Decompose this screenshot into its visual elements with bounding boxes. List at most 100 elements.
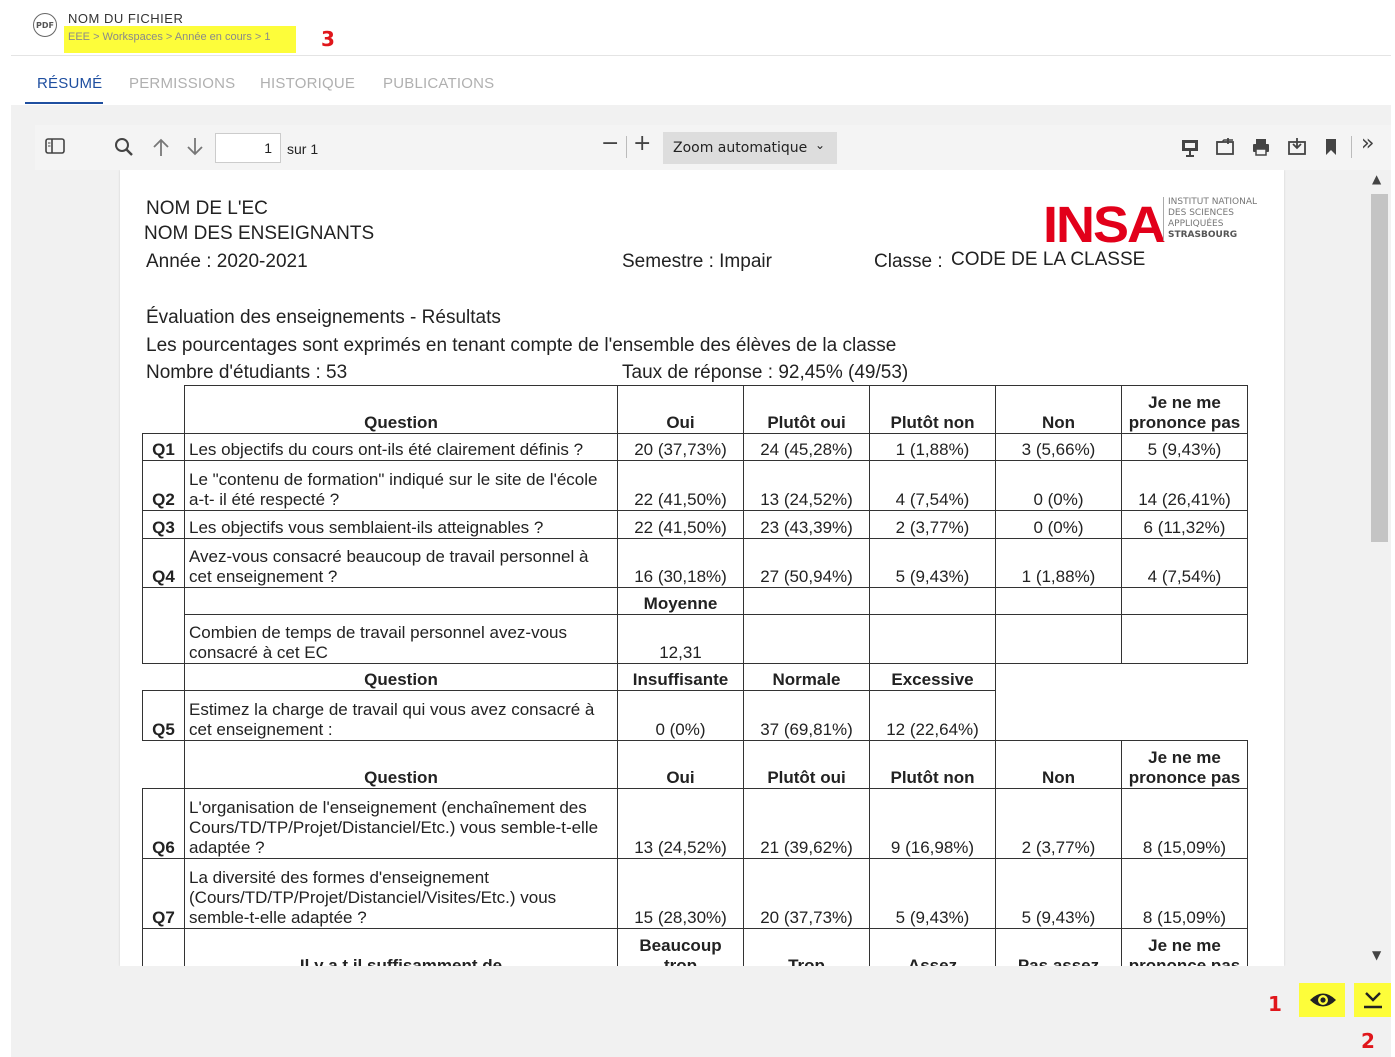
logo-sub-line: INSTITUT NATIONAL	[1168, 197, 1258, 207]
empty-cell	[995, 587, 1122, 615]
question-id: Q7	[142, 858, 185, 929]
cell-value: 24 (45,28%)	[743, 433, 870, 461]
column-header: Non	[995, 385, 1122, 434]
cell-value: 37 (69,81%)	[743, 690, 870, 741]
empty-cell	[142, 587, 185, 664]
logo-sub-line: DES SCIENCES	[1168, 208, 1234, 218]
cell-value: 0 (0%)	[995, 460, 1122, 511]
year-label: Année : 2020-2021	[146, 251, 308, 272]
cell-value: 22 (41,50%)	[617, 510, 744, 539]
question-text: La diversité des formes d'enseignement (…	[184, 858, 618, 929]
download-button[interactable]	[1354, 983, 1391, 1017]
eye-icon	[1310, 993, 1336, 1007]
cell-value: 23 (43,39%)	[743, 510, 870, 539]
file-name: NOM DU FICHIER	[68, 11, 184, 26]
document-area[interactable]: NOM DE L'EC NOM DES ENSEIGNANTS Année : …	[35, 170, 1369, 966]
pdf-page: NOM DE L'EC NOM DES ENSEIGNANTS Année : …	[120, 170, 1284, 966]
report-subtitle: Les pourcentages sont exprimés en tenant…	[146, 335, 897, 356]
download-icon[interactable]	[1287, 137, 1307, 162]
empty-cell	[1121, 614, 1248, 664]
question-text: Avez-vous consacré beaucoup de travail p…	[184, 538, 618, 588]
column-header: Normale	[743, 663, 870, 691]
question-id: Q2	[142, 460, 185, 511]
column-header: Question	[184, 740, 618, 789]
toolbar-separator	[626, 136, 627, 158]
column-header: Insuffisante	[617, 663, 744, 691]
presentation-icon[interactable]	[1180, 137, 1200, 162]
student-count: Nombre d'étudiants : 53	[146, 362, 348, 383]
pdf-viewer: 1 sur 1 − + Zoom automatique ⌄ » NOM DE …	[11, 105, 1391, 1057]
tab-resume[interactable]: RÉSUMÉ	[37, 75, 102, 92]
print-icon[interactable]	[1251, 137, 1271, 162]
table-row: Q2 Le "contenu de formation" indiqué sur…	[142, 460, 1248, 511]
arrow-up-icon[interactable]	[152, 137, 170, 162]
question-id: Q6	[142, 788, 185, 859]
cell-value: 5 (9,43%)	[1121, 433, 1248, 461]
empty-cell	[1121, 587, 1248, 615]
cell-value: 4 (7,54%)	[1121, 538, 1248, 588]
logo-sub-line: STRASBOURG	[1168, 230, 1238, 240]
search-icon[interactable]	[114, 137, 134, 162]
column-header: Moyenne	[617, 587, 744, 615]
arrow-down-icon[interactable]	[186, 137, 204, 162]
logo-sub-line: APPLIQUÉES	[1168, 219, 1224, 229]
annotation-label-3: 3	[321, 27, 335, 51]
double-chevron-right-icon[interactable]: »	[1361, 133, 1374, 155]
annotation-label-1: 1	[1268, 992, 1282, 1016]
cell-value: 13 (24,52%)	[617, 788, 744, 859]
cell-value: 5 (9,43%)	[995, 858, 1122, 929]
empty-cell	[142, 385, 185, 434]
zoom-in-plus-icon[interactable]: +	[633, 133, 651, 155]
table-row: Q4 Avez-vous consacré beaucoup de travai…	[142, 538, 1248, 588]
scrollbar-thumb[interactable]	[1371, 194, 1388, 542]
cell-value: 0 (0%)	[995, 510, 1122, 539]
column-header: Plutôt oui	[743, 740, 870, 789]
scroll-down-icon[interactable]: ▼	[1372, 948, 1381, 962]
column-header: Oui	[617, 740, 744, 789]
table-row: Q3 Les objectifs vous semblaient-ils att…	[142, 510, 1248, 539]
cell-value: 20 (37,73%)	[743, 858, 870, 929]
ec-name: NOM DE L'EC	[146, 198, 268, 219]
question-text: Les objectifs du cours ont-ils été clair…	[184, 433, 618, 461]
column-header: Je ne me prononce pas	[1121, 928, 1248, 966]
tab-historique[interactable]: HISTORIQUE	[260, 75, 355, 92]
tab-permissions[interactable]: PERMISSIONS	[129, 75, 235, 92]
table-row: Q7 La diversité des formes d'enseignemen…	[142, 858, 1248, 929]
bookmark-icon[interactable]	[1323, 137, 1339, 162]
empty-cell	[869, 614, 996, 664]
class-label: Classe :	[874, 251, 943, 273]
breadcrumb[interactable]: EEE > Workspaces > Année en cours > 1	[64, 26, 296, 53]
question-id: Q3	[142, 510, 185, 539]
cell-value: 9 (16,98%)	[869, 788, 996, 859]
tab-bar: RÉSUMÉ PERMISSIONS HISTORIQUE PUBLICATIO…	[11, 57, 1391, 105]
sidebar-toggle-icon[interactable]	[45, 137, 65, 160]
column-header: Je ne me prononce pas	[1121, 740, 1248, 789]
cell-value: 12 (22,64%)	[869, 690, 996, 741]
cell-value: 8 (15,09%)	[1121, 858, 1248, 929]
teachers-name: NOM DES ENSEIGNANTS	[144, 223, 375, 244]
page-number-input[interactable]: 1	[215, 133, 281, 163]
empty-cell	[743, 587, 870, 615]
class-label-prefix: Classe :	[874, 251, 943, 272]
open-file-icon[interactable]	[1215, 137, 1235, 162]
view-button[interactable]	[1299, 983, 1345, 1017]
zoom-select[interactable]: Zoom automatique ⌄	[663, 132, 837, 164]
question-id: Q1	[142, 433, 185, 461]
page-count-label: sur 1	[287, 141, 319, 157]
cell-value: 16 (30,18%)	[617, 538, 744, 588]
zoom-out-minus-icon[interactable]: −	[601, 133, 619, 155]
column-header: Il y a t il suffisamment de	[184, 928, 618, 966]
column-header: Pas assez	[995, 928, 1122, 966]
column-header: Trop	[743, 928, 870, 966]
scroll-up-icon[interactable]: ▲	[1372, 172, 1381, 186]
download-icon	[1364, 992, 1382, 1009]
table-header-row: Question Oui Plutôt oui Plutôt non Non J…	[142, 385, 1248, 434]
table-header-row: Question Oui Plutôt oui Plutôt non Non J…	[142, 740, 1248, 789]
insa-logo: INSA	[1043, 196, 1166, 254]
cell-value: 5 (9,43%)	[869, 538, 996, 588]
cell-value: 0 (0%)	[617, 690, 744, 741]
column-header: Assez	[869, 928, 996, 966]
vertical-scrollbar[interactable]: ▲ ▼	[1369, 170, 1391, 966]
tab-publications[interactable]: PUBLICATIONS	[383, 75, 494, 92]
table-header-row: Question Insuffisante Normale Excessive	[142, 663, 1248, 691]
